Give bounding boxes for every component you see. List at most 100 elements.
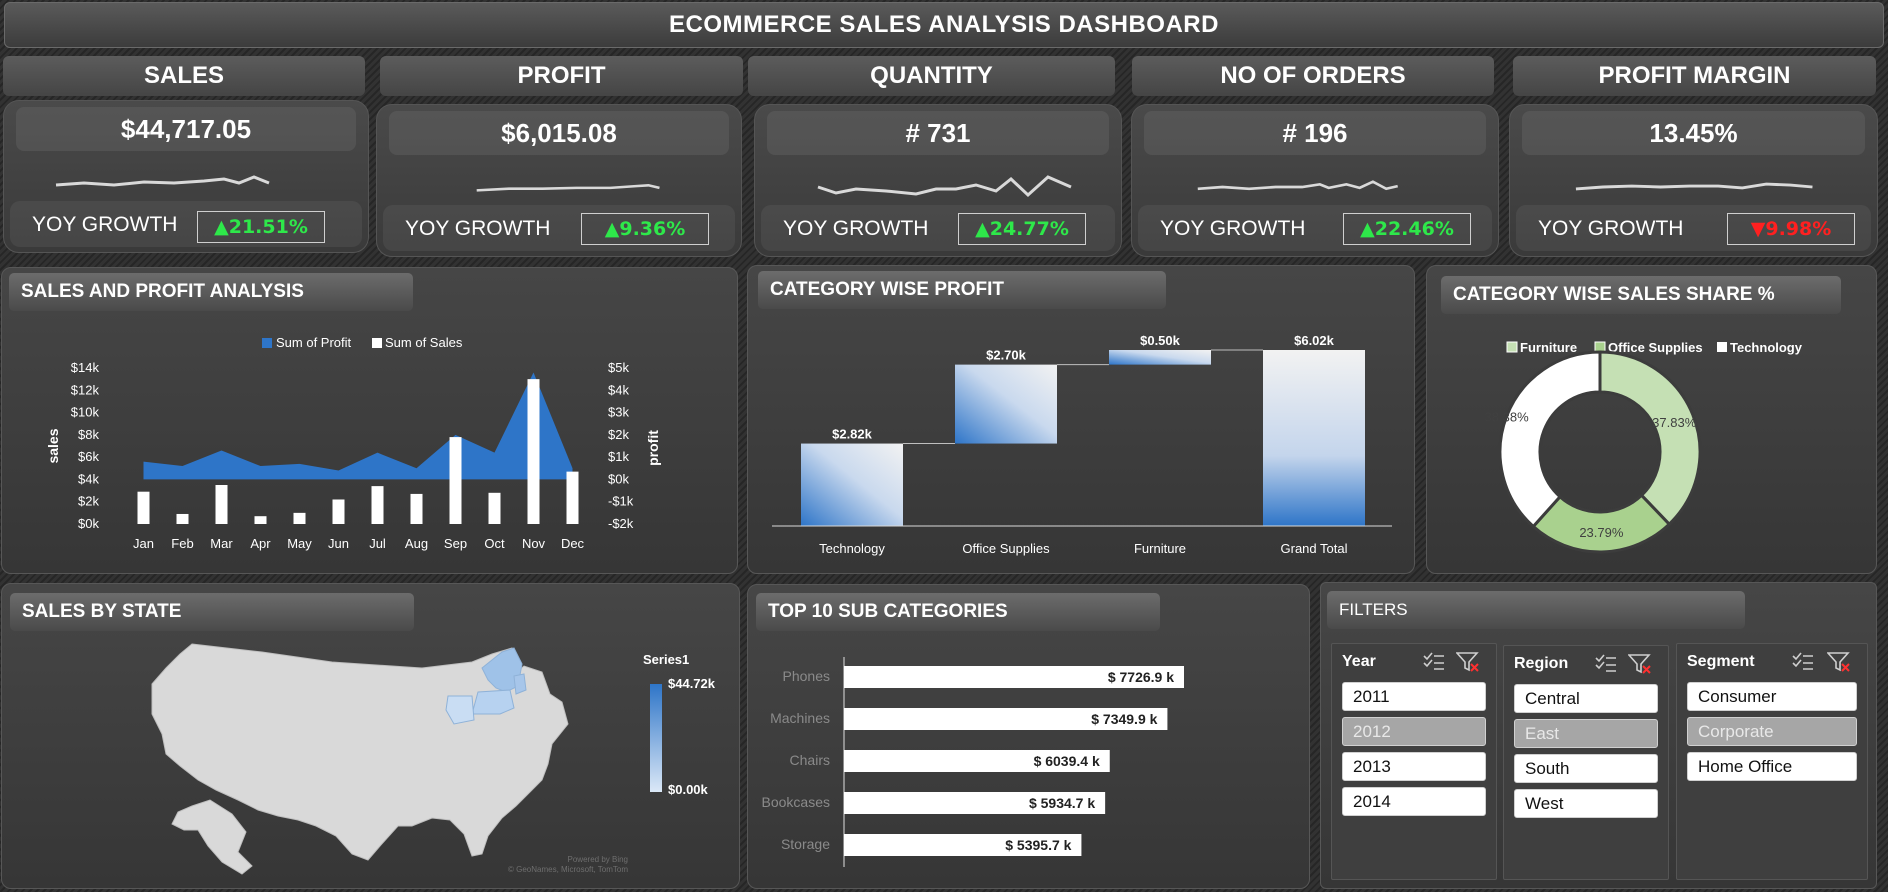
donut-data-label: 23.79% <box>1579 525 1624 540</box>
x-tick-label: Jan <box>133 536 154 551</box>
slicer-year-title: Year <box>1342 653 1376 670</box>
y2-tick-label: -$2k <box>608 516 634 531</box>
slicer-year: Year 2011 2012 2013 2014 <box>1331 643 1497 880</box>
y2-tick-label: $2k <box>608 427 629 442</box>
slicer-year-item-2012[interactable]: 2012 <box>1342 717 1486 746</box>
sales-bar-jul <box>371 486 384 524</box>
us-map: Series1 $44.72k $0.00k Powered by Bing ©… <box>151 643 716 875</box>
kpi-margin-yoy-label: YOY GROWTH <box>1538 217 1684 240</box>
kpi-sales-card: $44,717.05 YOY GROWTH ▲21.51% <box>3 100 369 253</box>
x-tick-label: Feb <box>171 536 193 551</box>
kpi-orders-yoy-label: YOY GROWTH <box>1160 217 1306 240</box>
sales-bar-jun <box>332 499 345 524</box>
kpi-profit-sparkline <box>476 184 660 192</box>
slicer-region-item-west[interactable]: West <box>1514 789 1658 818</box>
multi-select-icon[interactable] <box>1791 651 1815 673</box>
y2-tick-label: $4k <box>608 382 629 397</box>
waterfall-category-label: Grand Total <box>1281 541 1348 556</box>
slicer-year-item-2011[interactable]: 2011 <box>1342 682 1486 711</box>
sales-bar-jan <box>137 491 150 524</box>
filters-title: FILTERS <box>1327 591 1745 629</box>
hbar-category-label: Machines <box>770 710 830 726</box>
legend-furniture-swatch <box>1506 341 1518 353</box>
hbar-category-label: Storage <box>781 836 830 852</box>
slicer-segment-title: Segment <box>1687 653 1755 670</box>
kpi-profit-header: PROFIT <box>380 56 743 96</box>
sales-bar-sep <box>449 437 462 524</box>
x-tick-label: Sep <box>444 536 467 551</box>
hbar-category-label: Chairs <box>790 752 830 768</box>
legend-furniture-label: Furniture <box>1520 340 1577 355</box>
waterfall-data-label: $6.02k <box>1294 333 1335 348</box>
legend-office-label: Office Supplies <box>1608 340 1703 355</box>
map-legend-min: $0.00k <box>668 782 709 797</box>
clear-filter-icon[interactable] <box>1456 651 1480 673</box>
y2-tick-label: $3k <box>608 405 629 420</box>
legend-profit-label: Sum of Profit <box>276 335 352 350</box>
kpi-profit-card: $6,015.08 YOY GROWTH ▲9.36% <box>376 104 742 257</box>
slicer-segment-item-home-office[interactable]: Home Office <box>1687 752 1857 781</box>
x-tick-label: Oct <box>484 536 505 551</box>
sales-bar-dec <box>566 471 579 524</box>
slicer-segment: Segment Consumer Corporate Home Office <box>1676 643 1868 880</box>
kpi-quantity-card: # 731 YOY GROWTH ▲24.77% <box>754 104 1122 257</box>
multi-select-icon[interactable] <box>1422 651 1446 673</box>
x-tick-label: Apr <box>250 536 271 551</box>
kpi-margin-sparkline <box>1575 182 1813 191</box>
y-tick-label: $10k <box>71 405 100 420</box>
slicer-region-item-central[interactable]: Central <box>1514 684 1658 713</box>
kpi-orders-sparkline <box>1197 180 1398 191</box>
hbar-data-label: $ 5395.7 k <box>1005 837 1071 853</box>
kpi-margin-value: 13.45% <box>1522 111 1865 155</box>
slicer-segment-item-consumer[interactable]: Consumer <box>1687 682 1857 711</box>
top-sub-chart: Phones $ 7726.9 k Machines $ 7349.9 k Chairs… <box>762 657 1184 867</box>
waterfall-bar <box>955 364 1057 444</box>
sales-bar-feb <box>176 513 189 524</box>
clear-filter-icon[interactable] <box>1827 651 1851 673</box>
sales-bar-oct <box>488 492 501 524</box>
waterfall-data-label: $2.70k <box>986 348 1027 363</box>
kpi-sales-value: $44,717.05 <box>16 107 356 151</box>
slicer-segment-item-corporate[interactable]: Corporate <box>1687 717 1857 746</box>
waterfall-category-label: Office Supplies <box>962 541 1050 556</box>
profit-area <box>143 372 573 480</box>
hbar-data-label: $ 5934.7 k <box>1029 795 1095 811</box>
kpi-sales-yoy-growth: ▲21.51% <box>197 211 325 243</box>
kpi-margin-card: 13.45% YOY GROWTH ▼9.98% <box>1509 104 1878 257</box>
waterfall-category-label: Furniture <box>1134 541 1186 556</box>
x-tick-label: Jul <box>369 536 386 551</box>
sales-profit-panel: SALES AND PROFIT ANALYSIS Sum of Profit … <box>1 267 738 574</box>
hbar-category-label: Phones <box>783 668 830 684</box>
category-share-panel: CATEGORY WISE SALES SHARE % Furniture Of… <box>1426 265 1877 574</box>
slicer-region-item-south[interactable]: South <box>1514 754 1658 783</box>
dashboard-title: ECOMMERCE SALES ANALYSIS DASHBOARD <box>4 2 1884 48</box>
kpi-orders-card: # 196 YOY GROWTH ▲22.46% <box>1131 104 1499 257</box>
new-jersey-state-shape <box>513 673 527 695</box>
y-tick-label: $4k <box>78 471 99 486</box>
sales-profit-chart: Sum of Profit Sum of Sales sales profit … <box>45 335 661 551</box>
slicer-region-title: Region <box>1514 655 1569 672</box>
sales-bar-apr <box>254 516 267 524</box>
x-tick-label: Dec <box>561 536 585 551</box>
x-tick-label: Aug <box>405 536 428 551</box>
y2-tick-label: $5k <box>608 360 629 375</box>
map-legend-title: Series1 <box>643 652 689 667</box>
clear-filter-icon[interactable] <box>1628 653 1652 675</box>
slicer-year-item-2013[interactable]: 2013 <box>1342 752 1486 781</box>
y-tick-label: $0k <box>78 516 99 531</box>
legend-profit-swatch <box>262 338 272 348</box>
multi-select-icon[interactable] <box>1594 653 1618 675</box>
map-legend-gradient <box>650 684 662 792</box>
donut-data-label: 37.83% <box>1652 415 1697 430</box>
slicer-year-item-2014[interactable]: 2014 <box>1342 787 1486 816</box>
slicer-region-item-east[interactable]: East <box>1514 719 1658 748</box>
y-axis-title-sales: sales <box>45 428 61 463</box>
category-profit-chart: $2.82k Technology $2.70k Office Supplies $0.… <box>772 333 1392 556</box>
kpi-margin-header: PROFIT MARGIN <box>1513 56 1876 96</box>
kpi-sales-yoy-label: YOY GROWTH <box>32 213 178 236</box>
y2-tick-label: $1k <box>608 449 629 464</box>
waterfall-data-label: $0.50k <box>1140 333 1181 348</box>
kpi-orders-yoy-growth: ▲22.46% <box>1343 213 1471 245</box>
x-tick-label: Nov <box>522 536 546 551</box>
hbar-data-label: $ 7726.9 k <box>1108 669 1174 685</box>
